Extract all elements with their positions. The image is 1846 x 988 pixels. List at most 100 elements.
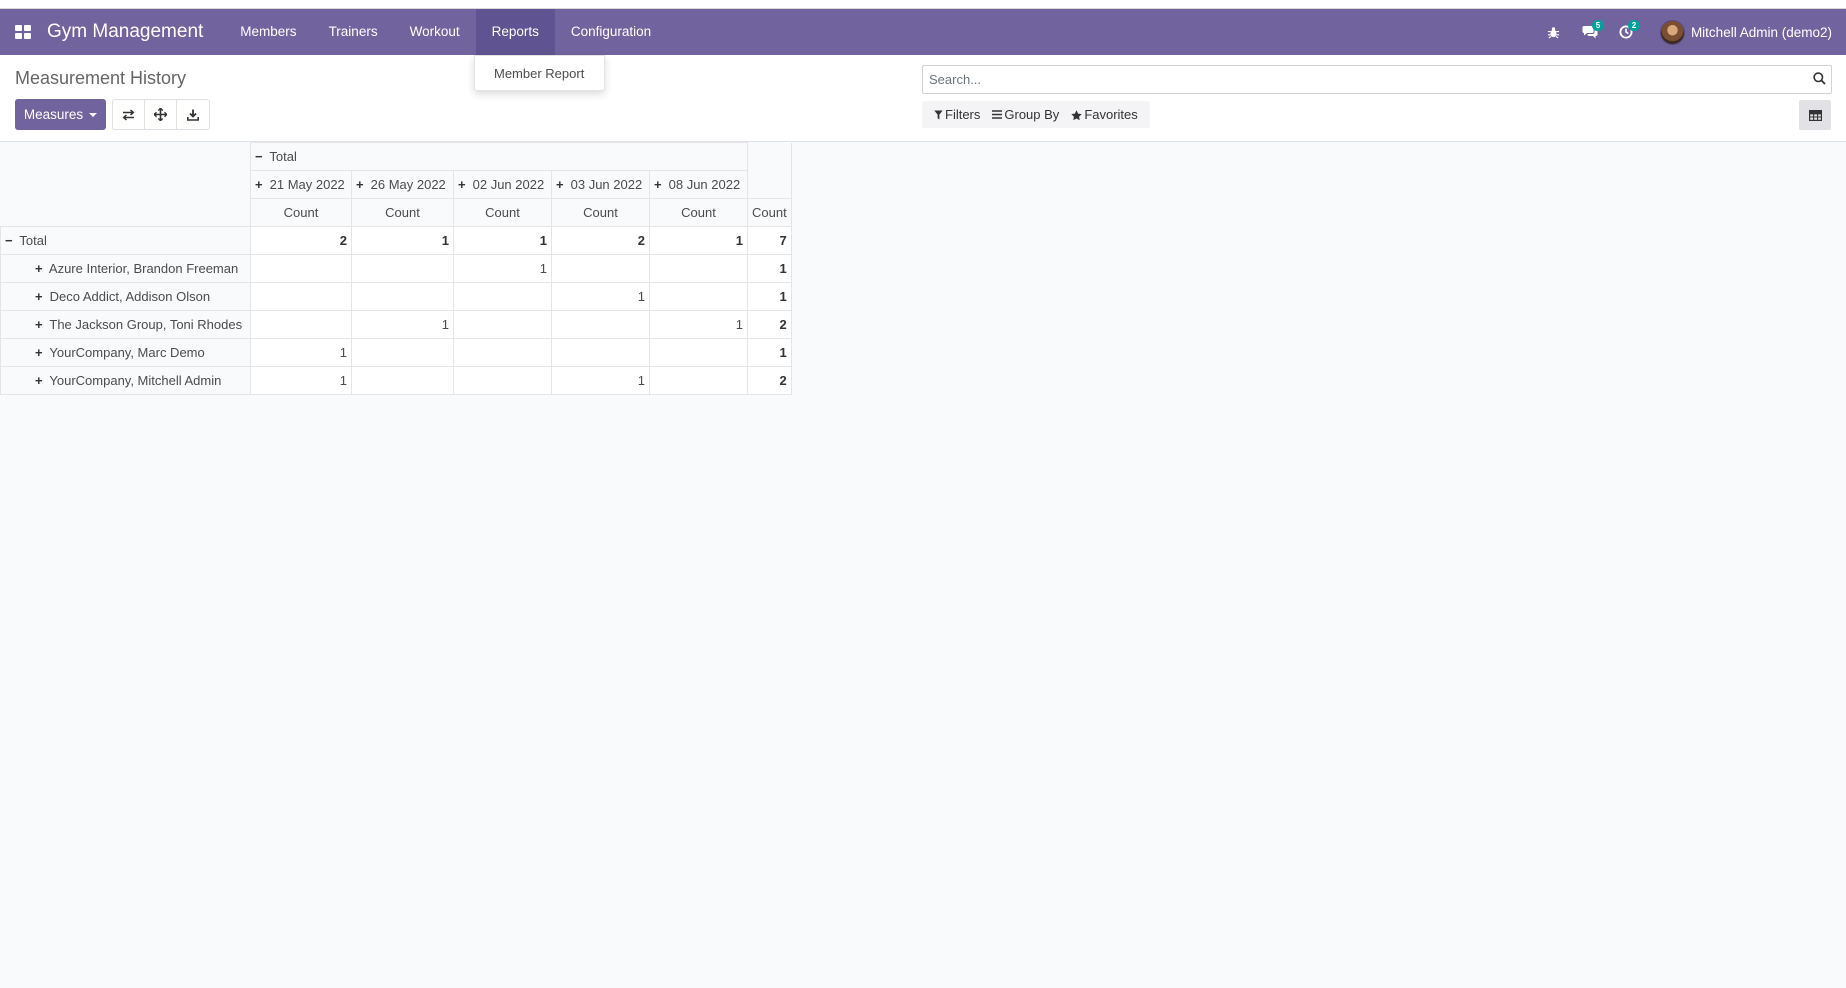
pivot-cell[interactable] [649, 254, 748, 283]
pivot-cell[interactable]: 1 [250, 338, 352, 367]
measure-header[interactable]: Count [250, 198, 352, 227]
pivot-cell[interactable] [649, 282, 748, 311]
pivot-cell[interactable]: 1 [649, 310, 748, 339]
pivot-cell[interactable] [250, 310, 352, 339]
pivot-view-icon[interactable] [1799, 100, 1831, 130]
pivot-cell[interactable] [649, 338, 748, 367]
expand-plus-icon: + [35, 261, 43, 276]
pivot-cell[interactable]: 1 [250, 366, 352, 395]
expand-all-icon[interactable] [145, 100, 177, 129]
download-icon[interactable] [177, 100, 209, 129]
pivot-cell[interactable]: 1 [351, 310, 454, 339]
collapse-minus-icon: − [5, 233, 13, 248]
favorites-button[interactable]: Favorites [1065, 101, 1143, 128]
apps-menu-icon[interactable] [0, 9, 46, 55]
filter-funnel-icon [934, 110, 943, 119]
measure-header[interactable]: Count [351, 198, 454, 227]
table-row: + The Jackson Group, Toni Rhodes 1 1 2 [0, 310, 792, 339]
activities-clock-icon[interactable]: 2 [1608, 9, 1644, 55]
col-header-total[interactable]: − Total [250, 142, 748, 171]
top-navbar: Gym Management Members Trainers Workout … [0, 9, 1846, 55]
menu-workout[interactable]: Workout [394, 9, 476, 55]
measure-header[interactable]: Count [747, 198, 792, 227]
expand-plus-icon: + [35, 345, 43, 360]
col-header-date[interactable]: + 03 Jun 2022 [551, 170, 650, 199]
pivot-cell-row-total[interactable]: 1 [747, 338, 792, 367]
search-input[interactable] [923, 66, 1803, 93]
browser-top-strip [0, 0, 1846, 9]
table-row: + YourCompany, Marc Demo 1 1 [0, 338, 792, 367]
debug-bug-icon[interactable] [1536, 9, 1572, 55]
pivot-cell[interactable] [351, 254, 454, 283]
pivot-cell[interactable] [351, 282, 454, 311]
col-header-date[interactable]: + 02 Jun 2022 [453, 170, 552, 199]
search-icon[interactable] [1813, 72, 1826, 88]
menu-configuration[interactable]: Configuration [555, 9, 667, 55]
menu-trainers[interactable]: Trainers [313, 9, 394, 55]
pivot-cell-row-total[interactable]: 1 [747, 282, 792, 311]
search-options: Filters Group By Favorites [922, 101, 1150, 128]
pivot-cell[interactable]: 1 [453, 254, 552, 283]
expand-plus-icon: + [35, 373, 43, 388]
filters-button[interactable]: Filters [928, 101, 986, 128]
pivot-cell[interactable]: 1 [551, 282, 650, 311]
groupby-button[interactable]: Group By [986, 101, 1065, 128]
pivot-cell[interactable]: 2 [250, 226, 352, 255]
pivot-cell[interactable] [453, 282, 552, 311]
pivot-actions [112, 99, 210, 130]
pivot-cell[interactable] [551, 254, 650, 283]
pivot-cell-row-total[interactable]: 2 [747, 366, 792, 395]
pivot-cell-grand-total[interactable]: 7 [747, 226, 792, 255]
messages-chat-icon[interactable]: 5 [1572, 9, 1608, 55]
menu-member-report[interactable]: Member Report [475, 56, 604, 92]
pivot-cell[interactable]: 1 [551, 366, 650, 395]
pivot-cell[interactable] [551, 338, 650, 367]
col-header-date[interactable]: + 08 Jun 2022 [649, 170, 748, 199]
pivot-cell[interactable] [453, 310, 552, 339]
row-header[interactable]: + Deco Addict, Addison Olson [0, 282, 251, 311]
col-header-date[interactable]: + 21 May 2022 [250, 170, 352, 199]
pivot-cell[interactable]: 1 [351, 226, 454, 255]
flip-axis-icon[interactable] [113, 100, 145, 129]
expand-plus-icon: + [556, 177, 564, 192]
pivot-corner-2 [1, 171, 251, 199]
row-header[interactable]: + Azure Interior, Brandon Freeman [0, 254, 251, 283]
pivot-cell[interactable]: 2 [551, 226, 650, 255]
pivot-cell[interactable]: 1 [453, 226, 552, 255]
pivot-cell-row-total[interactable]: 2 [747, 310, 792, 339]
measure-header[interactable]: Count [649, 198, 748, 227]
pivot-cell[interactable] [351, 366, 454, 395]
pivot-cell[interactable] [649, 366, 748, 395]
menu-reports[interactable]: Reports [475, 9, 555, 55]
pivot-cell[interactable] [250, 282, 352, 311]
table-row: + YourCompany, Mitchell Admin 1 1 2 [0, 366, 792, 395]
measure-header[interactable]: Count [551, 198, 650, 227]
pivot-cell[interactable] [551, 310, 650, 339]
row-header-total[interactable]: − Total [0, 226, 251, 255]
menu-members[interactable]: Members [224, 9, 312, 55]
expand-plus-icon: + [356, 177, 364, 192]
table-row: − Total 2 1 1 2 1 7 [0, 226, 792, 255]
pivot-cell[interactable] [453, 366, 552, 395]
row-header[interactable]: + YourCompany, Mitchell Admin [0, 366, 251, 395]
table-row: + Azure Interior, Brandon Freeman 1 1 [0, 254, 792, 283]
row-header[interactable]: + YourCompany, Marc Demo [0, 338, 251, 367]
pivot-cell[interactable]: 1 [649, 226, 748, 255]
app-brand[interactable]: Gym Management [47, 21, 203, 43]
search-box [922, 65, 1832, 94]
row-header[interactable]: + The Jackson Group, Toni Rhodes [0, 310, 251, 339]
groupby-label: Group By [1004, 107, 1060, 122]
pivot-cell[interactable] [453, 338, 552, 367]
pivot-cell[interactable] [351, 338, 454, 367]
pivot-cell-row-total[interactable]: 1 [747, 254, 792, 283]
col-header-date[interactable]: + 26 May 2022 [351, 170, 454, 199]
groupby-bars-icon [992, 110, 1003, 119]
pivot-cell[interactable] [250, 254, 352, 283]
collapse-minus-icon: − [255, 149, 263, 164]
measures-button[interactable]: Measures [15, 99, 106, 130]
messages-badge: 5 [1591, 20, 1604, 31]
measures-label: Measures [23, 107, 84, 122]
user-menu[interactable]: Mitchell Admin (demo2) [1659, 19, 1832, 45]
avatar [1659, 19, 1685, 45]
measure-header[interactable]: Count [453, 198, 552, 227]
